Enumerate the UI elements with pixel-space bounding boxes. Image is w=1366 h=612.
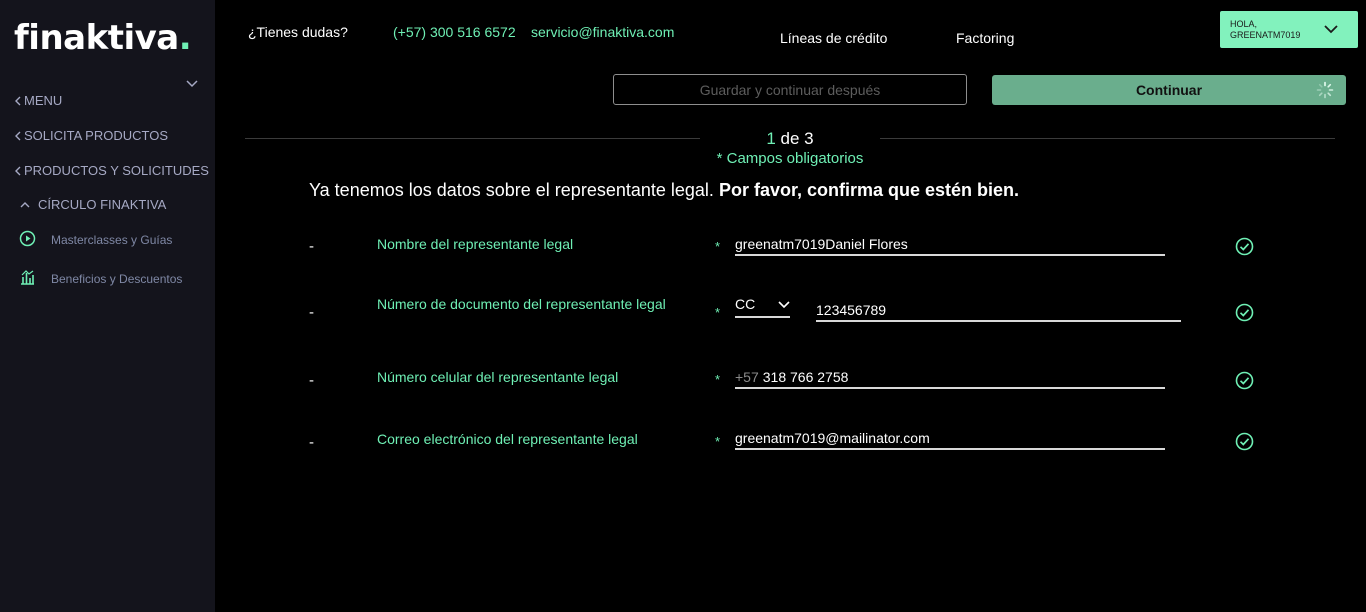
field-label-name: Nombre del representante legal bbox=[377, 236, 574, 252]
email-link[interactable]: servicio@finaktiva.com bbox=[531, 24, 674, 40]
field-marker: - bbox=[309, 372, 314, 389]
sidebar-item-label: PRODUCTOS Y SOLICITUDES bbox=[24, 163, 209, 178]
field-marker: - bbox=[309, 238, 314, 255]
chevron-up-icon bbox=[20, 201, 30, 207]
step-total: de 3 bbox=[775, 129, 814, 148]
nav-factoring[interactable]: Factoring bbox=[956, 30, 1014, 46]
check-circle-icon bbox=[1235, 237, 1254, 256]
sidebar-item-circulo-finaktiva[interactable]: CÍRCULO FINAKTIVA bbox=[20, 197, 166, 212]
sidebar-menu-back[interactable]: MENU bbox=[14, 93, 62, 108]
intro-text: Ya tenemos los datos sobre el representa… bbox=[309, 180, 1019, 201]
sidebar-menu-label: MENU bbox=[24, 93, 63, 108]
continue-button[interactable]: Continuar bbox=[992, 75, 1346, 105]
finaktiva-logo[interactable]: finaktiva. bbox=[14, 18, 192, 58]
step-indicator: 1 de 3 bbox=[740, 129, 840, 149]
save-later-label: Guardar y continuar después bbox=[699, 81, 881, 98]
document-type-value: CC bbox=[735, 296, 756, 312]
divider-right bbox=[880, 138, 1335, 139]
user-name: GREENATM7019 bbox=[1230, 30, 1301, 40]
check-circle-icon bbox=[1235, 303, 1254, 322]
required-star: * bbox=[715, 305, 721, 320]
step-current: 1 bbox=[766, 129, 776, 148]
sidebar-subitem-masterclasses[interactable]: Masterclasses y Guías bbox=[19, 230, 173, 247]
play-circle-icon bbox=[19, 230, 36, 247]
document-number-input[interactable]: 123456789 bbox=[816, 300, 1181, 322]
chevron-left-icon bbox=[15, 96, 21, 105]
field-value: greenatm7019Daniel Flores bbox=[735, 236, 908, 252]
sidebar-item-solicita-productos[interactable]: SOLICITA PRODUCTOS bbox=[14, 128, 168, 143]
field-marker: - bbox=[309, 304, 314, 321]
chart-bars-icon bbox=[21, 270, 34, 285]
sidebar-subitem-label: Beneficios y Descuentos bbox=[51, 272, 183, 286]
field-label-phone: Número celular del representante legal bbox=[377, 369, 619, 385]
sidebar-subitem-label: Masterclasses y Guías bbox=[51, 233, 173, 247]
chevron-down-icon bbox=[1324, 25, 1338, 34]
phone-link[interactable]: (+57) 300 516 6572 bbox=[393, 24, 516, 40]
required-star: * bbox=[715, 239, 721, 254]
chevron-left-icon bbox=[15, 166, 21, 175]
intro-bold: Por favor, confirma que estén bien. bbox=[718, 180, 1020, 200]
help-text: ¿Tienes dudas? bbox=[248, 24, 348, 40]
divider-left bbox=[245, 138, 700, 139]
sidebar: finaktiva. MENU SOLICITA PRODUCTOS PRODU… bbox=[0, 0, 215, 612]
email-input[interactable]: greenatm7019@mailinator.com bbox=[735, 428, 1165, 450]
legal-rep-name-input[interactable]: greenatm7019Daniel Flores bbox=[735, 234, 1165, 256]
chevron-down-icon bbox=[778, 301, 790, 309]
required-star: * bbox=[715, 434, 721, 449]
field-value: greenatm7019@mailinator.com bbox=[735, 430, 930, 446]
required-star: * bbox=[715, 372, 721, 387]
sidebar-item-label: CÍRCULO FINAKTIVA bbox=[38, 197, 167, 212]
check-circle-icon bbox=[1235, 371, 1254, 390]
user-greeting: HOLA, bbox=[1230, 19, 1258, 29]
field-marker: - bbox=[309, 434, 314, 451]
phone-input[interactable]: +57 318 766 2758 bbox=[735, 367, 1165, 389]
field-label-email: Correo electrónico del representante leg… bbox=[377, 431, 638, 447]
phone-prefix: +57 bbox=[735, 369, 759, 385]
field-value: 123456789 bbox=[816, 302, 887, 318]
nav-lineas-credito[interactable]: Líneas de crédito bbox=[780, 30, 887, 46]
required-fields-note: * Campos obligatorios bbox=[716, 150, 864, 167]
user-menu-button[interactable]: HOLA, GREENATM7019 bbox=[1220, 11, 1358, 48]
continue-label: Continuar bbox=[1135, 82, 1203, 98]
sidebar-subitem-beneficios[interactable]: Beneficios y Descuentos bbox=[21, 270, 183, 286]
field-label-document: Número de documento del representante le… bbox=[377, 296, 666, 312]
intro-plain: Ya tenemos los datos sobre el representa… bbox=[309, 180, 714, 200]
sidebar-item-productos-solicitudes[interactable]: PRODUCTOS Y SOLICITUDES bbox=[14, 163, 209, 178]
loading-spinner-icon bbox=[1316, 81, 1334, 99]
field-value: 318 766 2758 bbox=[762, 369, 849, 385]
document-type-select[interactable]: CC bbox=[735, 296, 790, 318]
save-later-button[interactable]: Guardar y continuar después bbox=[613, 74, 967, 105]
chevron-left-icon bbox=[15, 131, 21, 140]
sidebar-item-label: SOLICITA PRODUCTOS bbox=[24, 128, 168, 143]
chevron-down-icon[interactable] bbox=[185, 77, 199, 91]
check-circle-icon bbox=[1235, 432, 1254, 451]
